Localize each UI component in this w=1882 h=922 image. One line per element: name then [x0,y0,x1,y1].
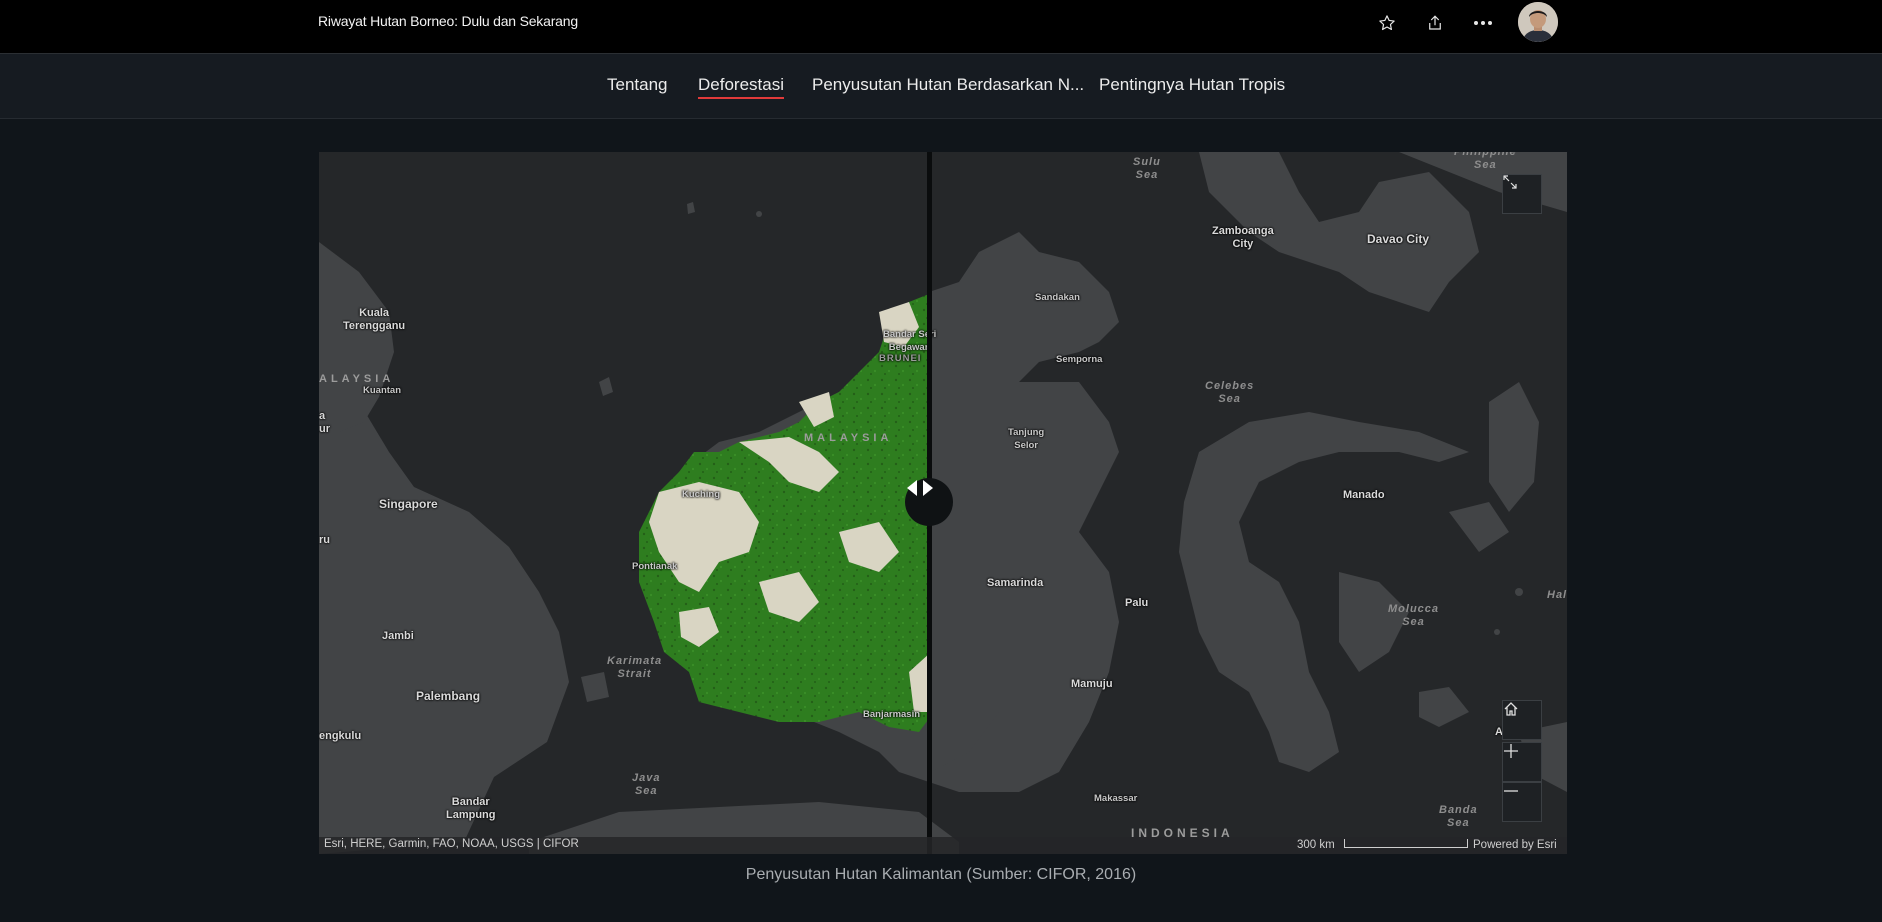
label-edge-a: a ur [319,410,330,435]
scale-bar [1344,839,1468,848]
label-kuantan: Kuantan [363,385,401,396]
label-bengkulu: engkulu [319,730,362,742]
label-semporna: Semporna [1056,354,1103,365]
label-brunei: BRUNEI [879,353,922,364]
top-bar: Riwayat Hutan Borneo: Dulu dan Sekarang [0,0,1882,54]
zoom-in-button[interactable] [1502,742,1542,782]
share-icon[interactable] [1423,11,1447,35]
tab-deforestasi[interactable]: Deforestasi [698,75,784,99]
map-caption: Penyusutan Hutan Kalimantan (Sumber: CIF… [745,866,1137,883]
swipe-handle[interactable] [905,478,953,526]
label-manado: Manado [1343,489,1385,501]
expand-icon [1503,175,1517,189]
label-singapore: Singapore [379,497,438,511]
swipe-arrows-icon [907,480,933,496]
label-mamuju: Mamuju [1071,678,1113,690]
label-palu: Palu [1125,597,1149,609]
more-icon[interactable] [1471,11,1495,35]
label-karimata-strait: Karimata Strait [607,655,663,680]
powered-by-esri[interactable]: Powered by Esri [1473,839,1557,851]
label-celebes-sea: Celebes Sea [1205,380,1255,405]
tab-tentang[interactable]: Tentang [607,75,668,95]
label-samarinda: Samarinda [987,577,1044,589]
label-kuching: Kuching [682,489,720,500]
label-pontianak: Pontianak [632,561,678,572]
story-navigation: Tentang Deforestasi Penyusutan Hutan Ber… [0,54,1882,119]
label-kuala-terengganu: Kuala Terengganu [343,307,406,332]
label-molucca-sea: Molucca Sea [1388,603,1440,628]
minus-icon [1504,790,1518,792]
attribution-text[interactable]: Esri, HERE, Garmin, FAO, NOAA, USGS | CI… [324,838,579,850]
label-bandar-lampung: Bandar Lampung [446,796,496,821]
plus-icon [1504,744,1518,758]
home-icon [1504,702,1518,716]
label-hal: Hal [1547,589,1567,601]
label-davao-city: Davao City [1367,232,1430,246]
avatar[interactable] [1518,2,1558,42]
label-zamboanga-city: Zamboanga City [1212,225,1274,250]
star-icon[interactable] [1375,11,1399,35]
home-button[interactable] [1502,700,1542,740]
label-sulu-sea: Sulu Sea [1133,156,1161,181]
expand-button[interactable] [1502,174,1542,214]
story-title: Riwayat Hutan Borneo: Dulu dan Sekarang [318,13,578,29]
label-tanjung-selor: Tanjung Selor [1008,427,1045,451]
label-banda-sea: Banda Sea [1439,804,1478,829]
tab-penyusutan-hutan[interactable]: Penyusutan Hutan Berdasarkan N... [812,75,1084,95]
label-jambi: Jambi [382,630,414,642]
attribution-bar: Esri, HERE, Garmin, FAO, NOAA, USGS | CI… [319,837,1567,854]
label-sandakan: Sandakan [1035,292,1080,303]
swipe-map[interactable]: Kuala Terengganu ALAYSIA Kuantan a ur Sing… [319,152,1567,854]
label-palembang: Palembang [416,689,481,703]
label-banjarmasin: Banjarmasin [863,709,921,720]
label-philippine-sea: Philippine Sea [1454,152,1517,171]
label-java-sea: Java Sea [632,772,661,797]
label-makassar: Makassar [1094,793,1138,804]
tab-pentingnya-hutan-tropis[interactable]: Pentingnya Hutan Tropis [1099,75,1285,95]
label-edge-ru: ru [319,534,330,546]
label-malaysia-borneo: MALAYSIA [804,432,893,444]
scale-label: 300 km [1297,839,1335,851]
zoom-out-button[interactable] [1502,782,1542,822]
